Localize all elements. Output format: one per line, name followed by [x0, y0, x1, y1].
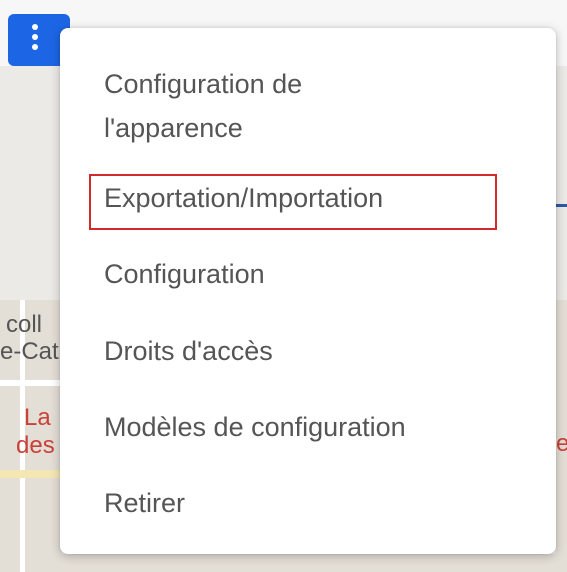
menu-item-label: l'apparence	[104, 113, 243, 143]
map-label: e	[556, 430, 567, 457]
map-block	[60, 554, 556, 572]
map-label: La	[24, 404, 51, 431]
menu-item-access-rights[interactable]: Droits d'accès	[104, 329, 273, 373]
menu-item-export-import[interactable]: Exportation/Importation	[104, 176, 383, 220]
map-label: e-Cat	[0, 338, 59, 365]
map-road	[0, 470, 62, 478]
map-label: coll	[6, 311, 43, 338]
menu-item-remove[interactable]: Retirer	[104, 481, 185, 525]
vertical-ellipsis-icon	[32, 24, 40, 50]
map-label: des	[16, 432, 55, 459]
menu-item-configuration[interactable]: Configuration	[104, 252, 265, 296]
menu-item-appearance[interactable]: Configuration de l'apparence	[104, 62, 404, 150]
menu-item-templates[interactable]: Modèles de configuration	[104, 405, 406, 449]
options-dropdown-menu: Configuration de l'apparence Exportation…	[60, 28, 556, 554]
map-street	[0, 380, 62, 386]
menu-item-label: Configuration de	[104, 69, 303, 99]
